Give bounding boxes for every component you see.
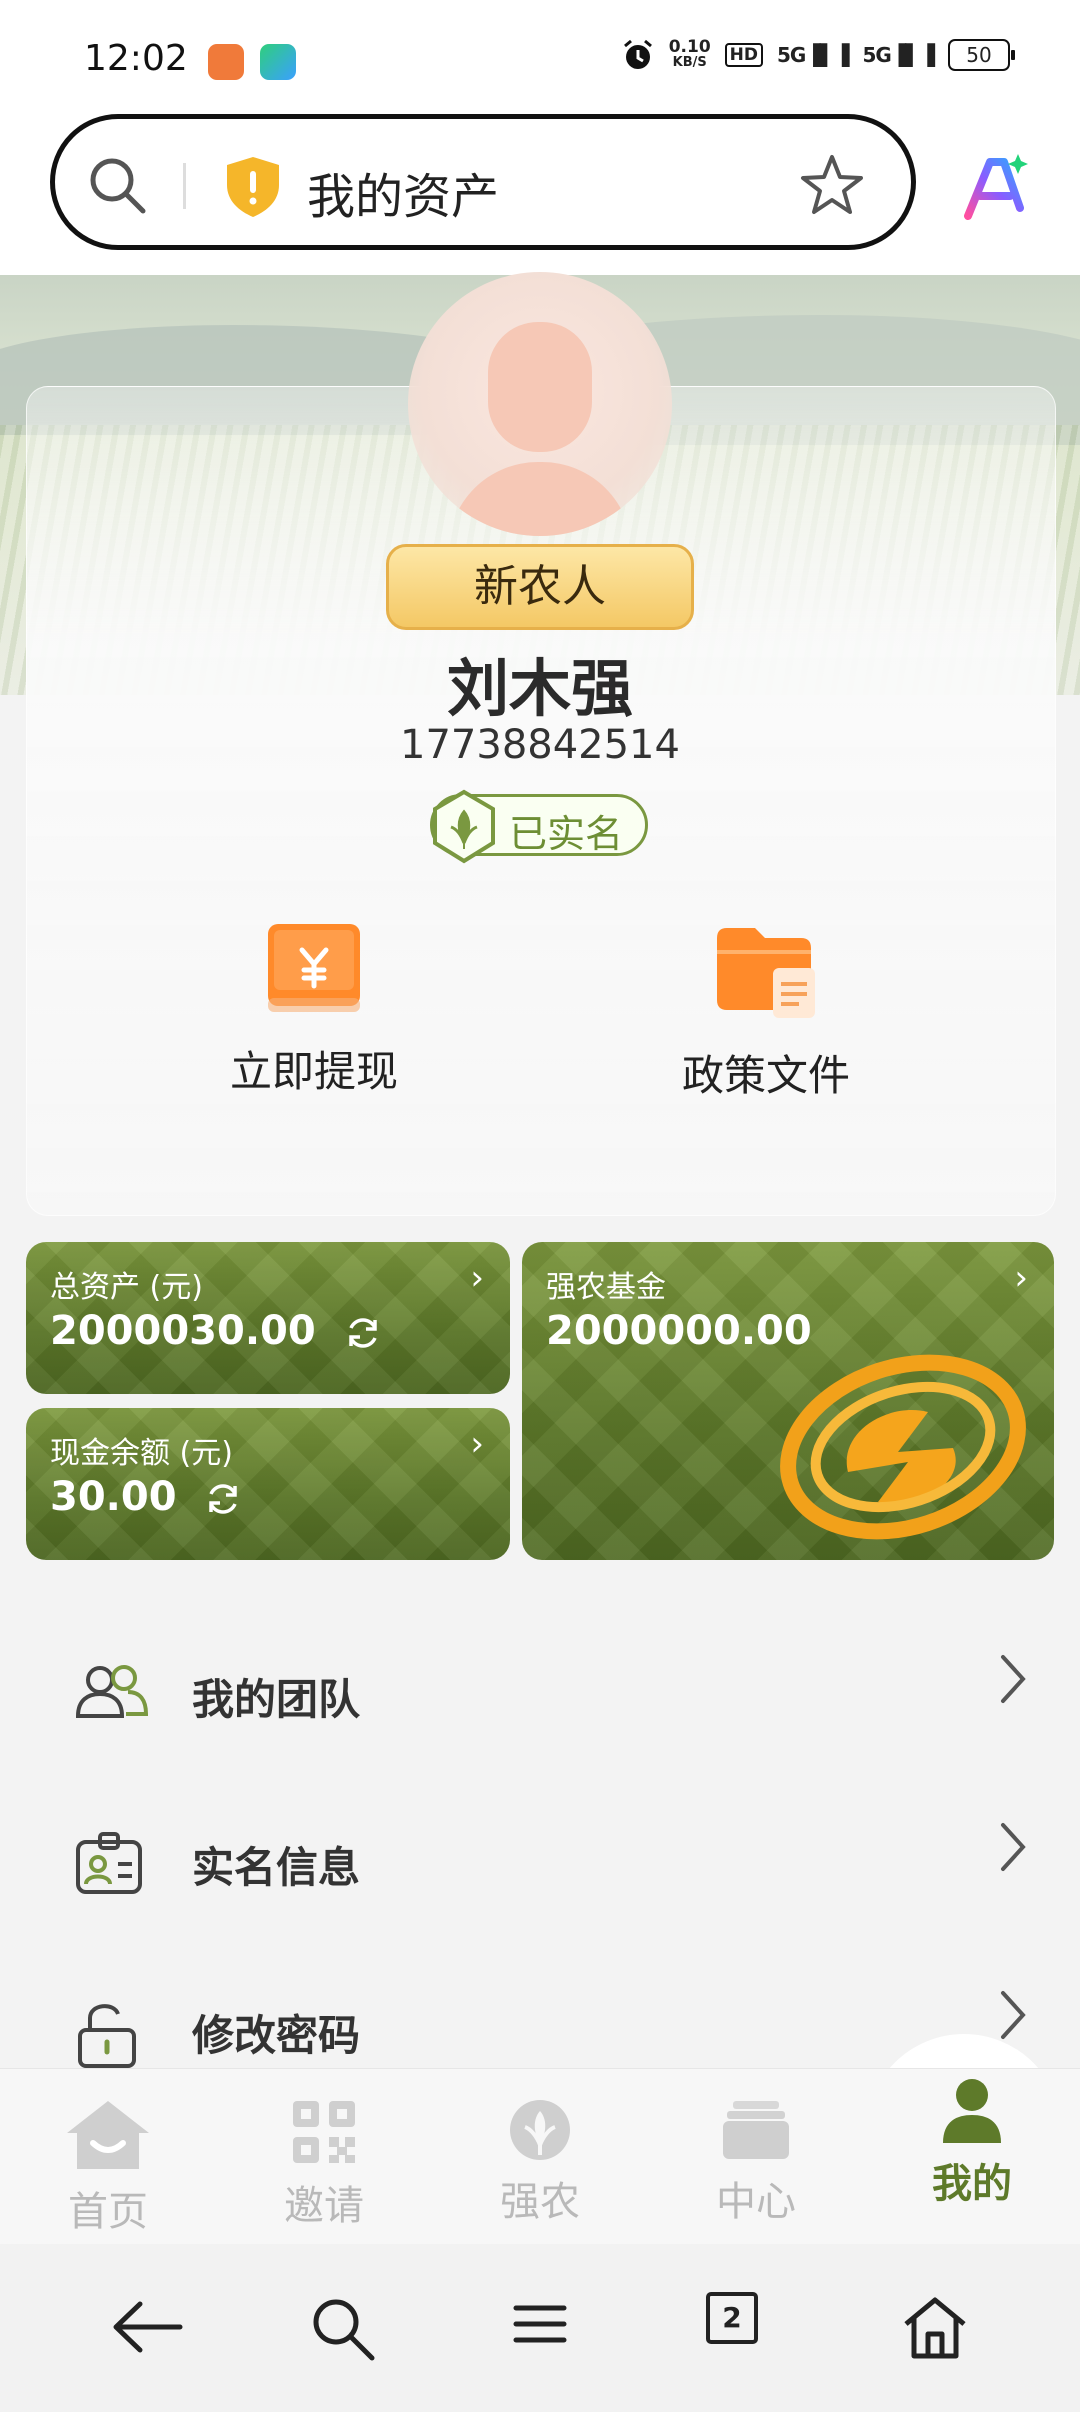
verified-label: 已实名 <box>509 812 624 856</box>
withdraw-icon <box>268 924 360 1012</box>
chevron-right-icon: › <box>1014 1258 1028 1298</box>
avatar-body <box>448 462 632 536</box>
menu-icon[interactable] <box>510 2294 570 2354</box>
search-icon[interactable] <box>85 153 151 219</box>
fund-label: 强农基金 <box>546 1270 666 1305</box>
tab-mine[interactable]: 我的 <box>864 2069 1080 2245</box>
tab-home-label: 首页 <box>68 2189 148 2235</box>
alarm-icon <box>623 39 652 69</box>
signal-1-label: 5G <box>777 43 806 67</box>
address-bar[interactable]: 我的资产 <box>50 114 916 250</box>
stack-icon <box>723 2101 789 2159</box>
net-speed-unit: KB/S <box>672 55 707 70</box>
cash-balance-card[interactable]: 现金余额 (元) › 30.00 <box>26 1408 510 1560</box>
tab-invite-label: 邀请 <box>284 2183 364 2229</box>
hd-badge: HD <box>724 43 763 67</box>
refresh-icon[interactable] <box>344 1314 382 1352</box>
tabs-icon[interactable]: 2 <box>706 2292 758 2344</box>
tab-qiangnong[interactable]: 强农 <box>432 2069 648 2245</box>
shield-icon[interactable] <box>223 155 283 219</box>
menu-label-id-info: 实名信息 <box>192 1843 361 1892</box>
lock-icon <box>78 2004 136 2068</box>
coin-logo-icon <box>780 1354 1026 1540</box>
total-assets-card[interactable]: 总资产 (元) › 2000030.00 <box>26 1242 510 1394</box>
page-title: 我的资产 <box>307 169 500 225</box>
browser-top-bar: 我的资产 <box>0 110 1080 275</box>
policy-docs-button[interactable]: 政策文件 <box>616 920 916 1103</box>
verified-badge: 已实名 <box>430 789 648 864</box>
chevron-right-icon: › <box>470 1424 484 1464</box>
qr-icon <box>293 2101 355 2163</box>
avatar[interactable] <box>408 272 672 536</box>
wheat-icon <box>510 2100 570 2160</box>
total-assets-value: 2000030.00 <box>50 1308 382 1354</box>
signal-2: 5G▐▌▐ <box>862 43 935 67</box>
bottom-tab-bar: 首页 邀请 强农 中心 我的 <box>0 2068 1080 2245</box>
battery-icon: 50 <box>948 39 1015 71</box>
ai-icon[interactable] <box>960 152 1030 222</box>
tab-center[interactable]: 中心 <box>648 2069 864 2245</box>
verified-shield-icon <box>433 789 495 864</box>
status-indicators: 0.10 KB/S HD 5G▐▌▐ 5G▐▌▐ 50 <box>621 38 1015 72</box>
chevron-right-icon <box>1001 1823 1026 1871</box>
search-icon[interactable] <box>308 2294 378 2364</box>
user-name: 刘木强 <box>446 652 633 725</box>
system-navigation-bar: 2 <box>0 2244 1080 2412</box>
refresh-icon[interactable] <box>204 1480 242 1518</box>
menu-item-id-info[interactable]: 实名信息 <box>0 1790 1080 1930</box>
withdraw-label: 立即提现 <box>229 1047 398 1096</box>
menu-item-team[interactable]: 我的团队 <box>0 1622 1080 1762</box>
signal-2-label: 5G <box>862 43 892 67</box>
notification-app-icon <box>208 44 244 80</box>
tab-invite[interactable]: 邀请 <box>216 2069 432 2245</box>
chevron-right-icon <box>1001 1655 1026 1703</box>
tab-qiangnong-label: 强农 <box>500 2179 580 2225</box>
home-icon <box>67 2101 149 2169</box>
net-speed-value: 0.10 <box>668 37 711 57</box>
total-assets-label: 总资产 (元) <box>50 1270 203 1305</box>
total-assets-amount: 2000030.00 <box>50 1308 316 1354</box>
user-icon <box>943 2079 1001 2143</box>
folder-icon <box>717 928 815 1018</box>
signal-1: 5G▐▌▐ <box>777 43 849 67</box>
menu-label-team: 我的团队 <box>192 1675 361 1724</box>
user-phone: 17738842514 <box>400 722 680 768</box>
cash-balance-value: 30.00 <box>50 1474 242 1520</box>
rank-badge: 新农人 <box>386 544 694 630</box>
cash-balance-label: 现金余额 (元) <box>50 1436 233 1471</box>
net-speed: 0.10 KB/S <box>669 39 711 71</box>
chevron-right-icon <box>1001 1991 1026 2039</box>
divider <box>183 163 186 209</box>
back-icon[interactable] <box>110 2294 186 2360</box>
home-icon[interactable] <box>900 2294 970 2360</box>
cash-balance-amount: 30.00 <box>50 1474 177 1520</box>
tab-home[interactable]: 首页 <box>0 2069 216 2245</box>
avatar-head <box>488 322 592 452</box>
status-bar: 12:02 0.10 KB/S HD 5G▐▌▐ 5G▐▌▐ 50 <box>0 0 1080 110</box>
id-card-icon <box>76 1832 142 1894</box>
fund-value: 2000000.00 <box>546 1308 812 1354</box>
withdraw-button[interactable]: 立即提现 <box>164 920 464 1099</box>
iqiyi-app-icon <box>260 44 296 80</box>
policy-docs-label: 政策文件 <box>681 1051 850 1100</box>
team-icon <box>75 1665 149 1718</box>
fund-card[interactable]: 强农基金 › 2000000.00 <box>522 1242 1054 1560</box>
tab-mine-label: 我的 <box>932 2161 1012 2207</box>
menu-label-password: 修改密码 <box>192 2011 361 2060</box>
chevron-right-icon: › <box>470 1258 484 1298</box>
star-icon[interactable] <box>799 153 865 219</box>
tab-center-label: 中心 <box>716 2179 796 2225</box>
status-time: 12:02 <box>84 38 188 79</box>
